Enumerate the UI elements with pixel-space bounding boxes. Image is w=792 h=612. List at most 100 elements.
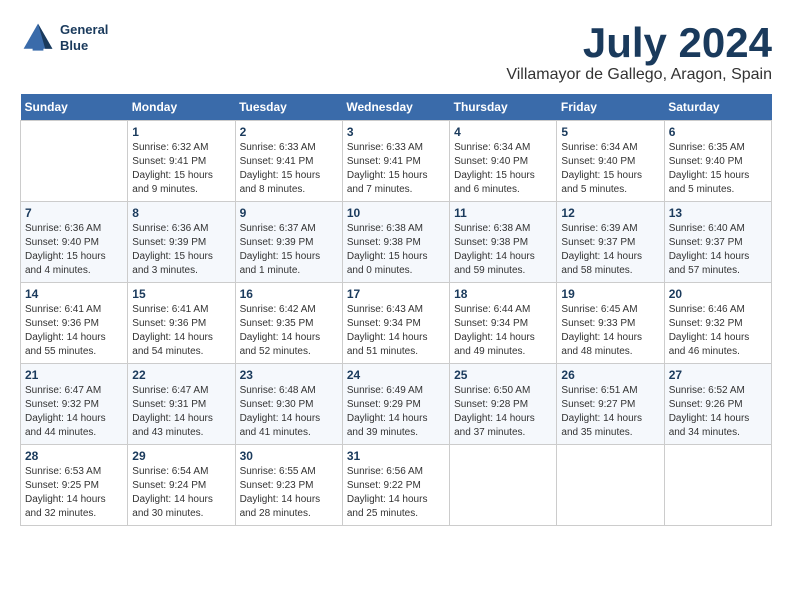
day-number: 12 xyxy=(561,206,659,220)
day-info: Sunrise: 6:36 AMSunset: 9:40 PMDaylight:… xyxy=(25,222,123,278)
logo-line1: General xyxy=(60,22,108,38)
day-info: Sunrise: 6:52 AMSunset: 9:26 PMDaylight:… xyxy=(669,384,767,440)
day-info: Sunrise: 6:56 AMSunset: 9:22 PMDaylight:… xyxy=(347,465,445,521)
day-info: Sunrise: 6:34 AMSunset: 9:40 PMDaylight:… xyxy=(561,141,659,197)
day-info: Sunrise: 6:53 AMSunset: 9:25 PMDaylight:… xyxy=(25,465,123,521)
day-number: 25 xyxy=(454,368,552,382)
page-header: General Blue July 2024 Villamayor de Gal… xyxy=(20,20,772,84)
day-info: Sunrise: 6:33 AMSunset: 9:41 PMDaylight:… xyxy=(240,141,338,197)
day-info: Sunrise: 6:42 AMSunset: 9:35 PMDaylight:… xyxy=(240,303,338,359)
calendar-cell: 9 Sunrise: 6:37 AMSunset: 9:39 PMDaylight… xyxy=(235,202,342,283)
calendar-cell: 2 Sunrise: 6:33 AMSunset: 9:41 PMDaylight… xyxy=(235,121,342,202)
day-number: 18 xyxy=(454,287,552,301)
day-info: Sunrise: 6:41 AMSunset: 9:36 PMDaylight:… xyxy=(25,303,123,359)
calendar-cell: 1 Sunrise: 6:32 AMSunset: 9:41 PMDaylight… xyxy=(128,121,235,202)
day-info: Sunrise: 6:38 AMSunset: 9:38 PMDaylight:… xyxy=(454,222,552,278)
day-number: 13 xyxy=(669,206,767,220)
calendar-week-row: 1 Sunrise: 6:32 AMSunset: 9:41 PMDaylight… xyxy=(21,121,772,202)
day-number: 9 xyxy=(240,206,338,220)
day-number: 14 xyxy=(25,287,123,301)
calendar-cell xyxy=(557,445,664,526)
calendar-cell: 14 Sunrise: 6:41 AMSunset: 9:36 PMDayligh… xyxy=(21,283,128,364)
day-header-sunday: Sunday xyxy=(21,94,128,121)
calendar-cell: 23 Sunrise: 6:48 AMSunset: 9:30 PMDayligh… xyxy=(235,364,342,445)
calendar-cell: 13 Sunrise: 6:40 AMSunset: 9:37 PMDayligh… xyxy=(664,202,771,283)
day-number: 24 xyxy=(347,368,445,382)
day-info: Sunrise: 6:50 AMSunset: 9:28 PMDaylight:… xyxy=(454,384,552,440)
calendar-cell: 20 Sunrise: 6:46 AMSunset: 9:32 PMDayligh… xyxy=(664,283,771,364)
day-info: Sunrise: 6:32 AMSunset: 9:41 PMDaylight:… xyxy=(132,141,230,197)
day-info: Sunrise: 6:35 AMSunset: 9:40 PMDaylight:… xyxy=(669,141,767,197)
day-header-tuesday: Tuesday xyxy=(235,94,342,121)
day-info: Sunrise: 6:33 AMSunset: 9:41 PMDaylight:… xyxy=(347,141,445,197)
calendar-week-row: 7 Sunrise: 6:36 AMSunset: 9:40 PMDaylight… xyxy=(21,202,772,283)
day-number: 22 xyxy=(132,368,230,382)
day-number: 23 xyxy=(240,368,338,382)
day-info: Sunrise: 6:39 AMSunset: 9:37 PMDaylight:… xyxy=(561,222,659,278)
day-number: 11 xyxy=(454,206,552,220)
calendar-cell xyxy=(450,445,557,526)
calendar-table: SundayMondayTuesdayWednesdayThursdayFrid… xyxy=(20,94,772,526)
calendar-cell: 3 Sunrise: 6:33 AMSunset: 9:41 PMDaylight… xyxy=(342,121,449,202)
calendar-cell: 21 Sunrise: 6:47 AMSunset: 9:32 PMDayligh… xyxy=(21,364,128,445)
calendar-header-row: SundayMondayTuesdayWednesdayThursdayFrid… xyxy=(21,94,772,121)
calendar-week-row: 14 Sunrise: 6:41 AMSunset: 9:36 PMDayligh… xyxy=(21,283,772,364)
day-number: 3 xyxy=(347,125,445,139)
day-info: Sunrise: 6:37 AMSunset: 9:39 PMDaylight:… xyxy=(240,222,338,278)
day-number: 28 xyxy=(25,449,123,463)
calendar-cell: 11 Sunrise: 6:38 AMSunset: 9:38 PMDayligh… xyxy=(450,202,557,283)
day-info: Sunrise: 6:34 AMSunset: 9:40 PMDaylight:… xyxy=(454,141,552,197)
day-number: 4 xyxy=(454,125,552,139)
day-info: Sunrise: 6:40 AMSunset: 9:37 PMDaylight:… xyxy=(669,222,767,278)
day-header-friday: Friday xyxy=(557,94,664,121)
day-number: 7 xyxy=(25,206,123,220)
day-number: 21 xyxy=(25,368,123,382)
day-number: 1 xyxy=(132,125,230,139)
calendar-cell: 28 Sunrise: 6:53 AMSunset: 9:25 PMDayligh… xyxy=(21,445,128,526)
day-header-monday: Monday xyxy=(128,94,235,121)
day-info: Sunrise: 6:51 AMSunset: 9:27 PMDaylight:… xyxy=(561,384,659,440)
calendar-cell: 15 Sunrise: 6:41 AMSunset: 9:36 PMDayligh… xyxy=(128,283,235,364)
day-info: Sunrise: 6:46 AMSunset: 9:32 PMDaylight:… xyxy=(669,303,767,359)
day-number: 31 xyxy=(347,449,445,463)
day-info: Sunrise: 6:48 AMSunset: 9:30 PMDaylight:… xyxy=(240,384,338,440)
day-number: 20 xyxy=(669,287,767,301)
day-info: Sunrise: 6:54 AMSunset: 9:24 PMDaylight:… xyxy=(132,465,230,521)
day-info: Sunrise: 6:41 AMSunset: 9:36 PMDaylight:… xyxy=(132,303,230,359)
day-info: Sunrise: 6:47 AMSunset: 9:31 PMDaylight:… xyxy=(132,384,230,440)
day-info: Sunrise: 6:38 AMSunset: 9:38 PMDaylight:… xyxy=(347,222,445,278)
calendar-cell: 24 Sunrise: 6:49 AMSunset: 9:29 PMDayligh… xyxy=(342,364,449,445)
calendar-cell: 30Sunrise: 6:55 AMSunset: 9:23 PMDayligh… xyxy=(235,445,342,526)
day-number: 16 xyxy=(240,287,338,301)
day-number: 17 xyxy=(347,287,445,301)
calendar-cell: 27Sunrise: 6:52 AMSunset: 9:26 PMDayligh… xyxy=(664,364,771,445)
calendar-cell: 29 Sunrise: 6:54 AMSunset: 9:24 PMDayligh… xyxy=(128,445,235,526)
calendar-cell: 7 Sunrise: 6:36 AMSunset: 9:40 PMDaylight… xyxy=(21,202,128,283)
calendar-cell: 26Sunrise: 6:51 AMSunset: 9:27 PMDayligh… xyxy=(557,364,664,445)
calendar-cell: 17 Sunrise: 6:43 AMSunset: 9:34 PMDayligh… xyxy=(342,283,449,364)
day-number: 8 xyxy=(132,206,230,220)
calendar-cell: 10Sunrise: 6:38 AMSunset: 9:38 PMDayligh… xyxy=(342,202,449,283)
logo: General Blue xyxy=(20,20,108,56)
day-number: 15 xyxy=(132,287,230,301)
calendar-cell: 31 Sunrise: 6:56 AMSunset: 9:22 PMDayligh… xyxy=(342,445,449,526)
day-info: Sunrise: 6:55 AMSunset: 9:23 PMDaylight:… xyxy=(240,465,338,521)
day-number: 5 xyxy=(561,125,659,139)
location-title: Villamayor de Gallego, Aragon, Spain xyxy=(506,66,772,84)
logo-text: General Blue xyxy=(60,22,108,53)
title-block: July 2024 Villamayor de Gallego, Aragon,… xyxy=(506,20,772,84)
calendar-cell: 22 Sunrise: 6:47 AMSunset: 9:31 PMDayligh… xyxy=(128,364,235,445)
day-info: Sunrise: 6:45 AMSunset: 9:33 PMDaylight:… xyxy=(561,303,659,359)
calendar-cell: 25 Sunrise: 6:50 AMSunset: 9:28 PMDayligh… xyxy=(450,364,557,445)
calendar-week-row: 28 Sunrise: 6:53 AMSunset: 9:25 PMDayligh… xyxy=(21,445,772,526)
day-info: Sunrise: 6:47 AMSunset: 9:32 PMDaylight:… xyxy=(25,384,123,440)
day-header-saturday: Saturday xyxy=(664,94,771,121)
day-number: 29 xyxy=(132,449,230,463)
day-info: Sunrise: 6:43 AMSunset: 9:34 PMDaylight:… xyxy=(347,303,445,359)
day-number: 2 xyxy=(240,125,338,139)
day-info: Sunrise: 6:49 AMSunset: 9:29 PMDaylight:… xyxy=(347,384,445,440)
day-header-thursday: Thursday xyxy=(450,94,557,121)
calendar-cell: 16 Sunrise: 6:42 AMSunset: 9:35 PMDayligh… xyxy=(235,283,342,364)
day-number: 6 xyxy=(669,125,767,139)
calendar-cell xyxy=(664,445,771,526)
